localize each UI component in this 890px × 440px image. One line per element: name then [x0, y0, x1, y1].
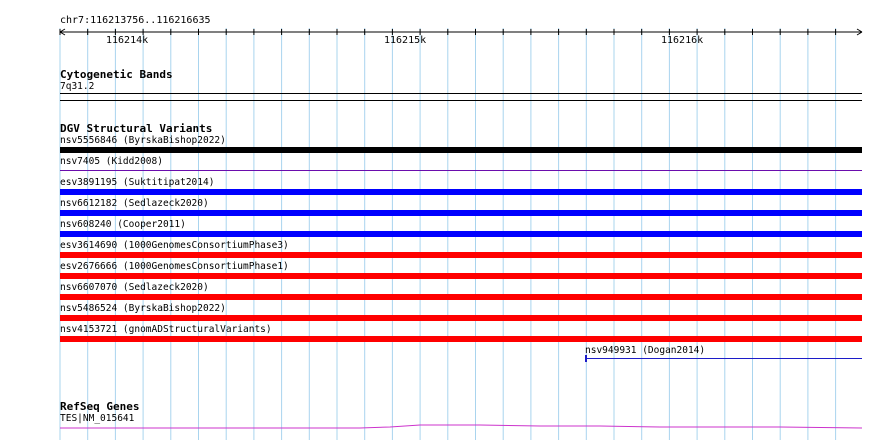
variant-feature[interactable] [60, 189, 862, 195]
ruler-tick-label: 116215k [384, 35, 427, 46]
variant-label: esv3614690 (1000GenomesConsortiumPhase3) [60, 240, 289, 251]
variant-label: nsv5486524 (ByrskaBishop2022) [60, 303, 226, 314]
variant-feature[interactable] [60, 294, 862, 300]
track-title-refseq[interactable]: RefSeq Genes [60, 400, 139, 413]
variant-label: nsv608240 (Cooper2011) [60, 219, 186, 230]
variant-feature[interactable] [60, 273, 862, 279]
track-divider [60, 100, 862, 101]
gene-feature[interactable] [60, 420, 862, 436]
variant-feature[interactable] [60, 231, 862, 237]
variant-feature[interactable] [60, 147, 862, 153]
variant-label: nsv6607070 (Sedlazeck2020) [60, 282, 209, 293]
variant-feature[interactable] [60, 252, 862, 258]
variant-label: esv3891195 (Suktitipat2014) [60, 177, 215, 188]
variant-feature[interactable] [60, 336, 862, 342]
track-title-dgv[interactable]: DGV Structural Variants [60, 122, 212, 135]
ruler-tick-label: 116216k [661, 35, 704, 46]
cytoband-line[interactable] [60, 93, 862, 94]
variant-label: nsv7405 (Kidd2008) [60, 156, 163, 167]
variant-feature[interactable] [60, 170, 862, 171]
cytoband-label: 7q31.2 [60, 81, 95, 92]
variant-feature[interactable] [60, 210, 862, 216]
variant-label: nsv5556846 (ByrskaBishop2022) [60, 135, 226, 146]
ruler-tick-label: 116214k [106, 35, 149, 46]
variant-label: esv2676666 (1000GenomesConsortiumPhase1) [60, 261, 289, 272]
variant-label: nsv6612182 (Sedlazeck2020) [60, 198, 209, 209]
variant-start-marker [585, 355, 587, 362]
track-title-cytoband[interactable]: Cytogenetic Bands [60, 68, 173, 81]
variant-feature[interactable] [585, 358, 862, 359]
variant-label: nsv4153721 (gnomADStructuralVariants) [60, 324, 272, 335]
variant-label: nsv949931 (Dogan2014) [585, 345, 706, 356]
variant-feature[interactable] [60, 315, 862, 321]
